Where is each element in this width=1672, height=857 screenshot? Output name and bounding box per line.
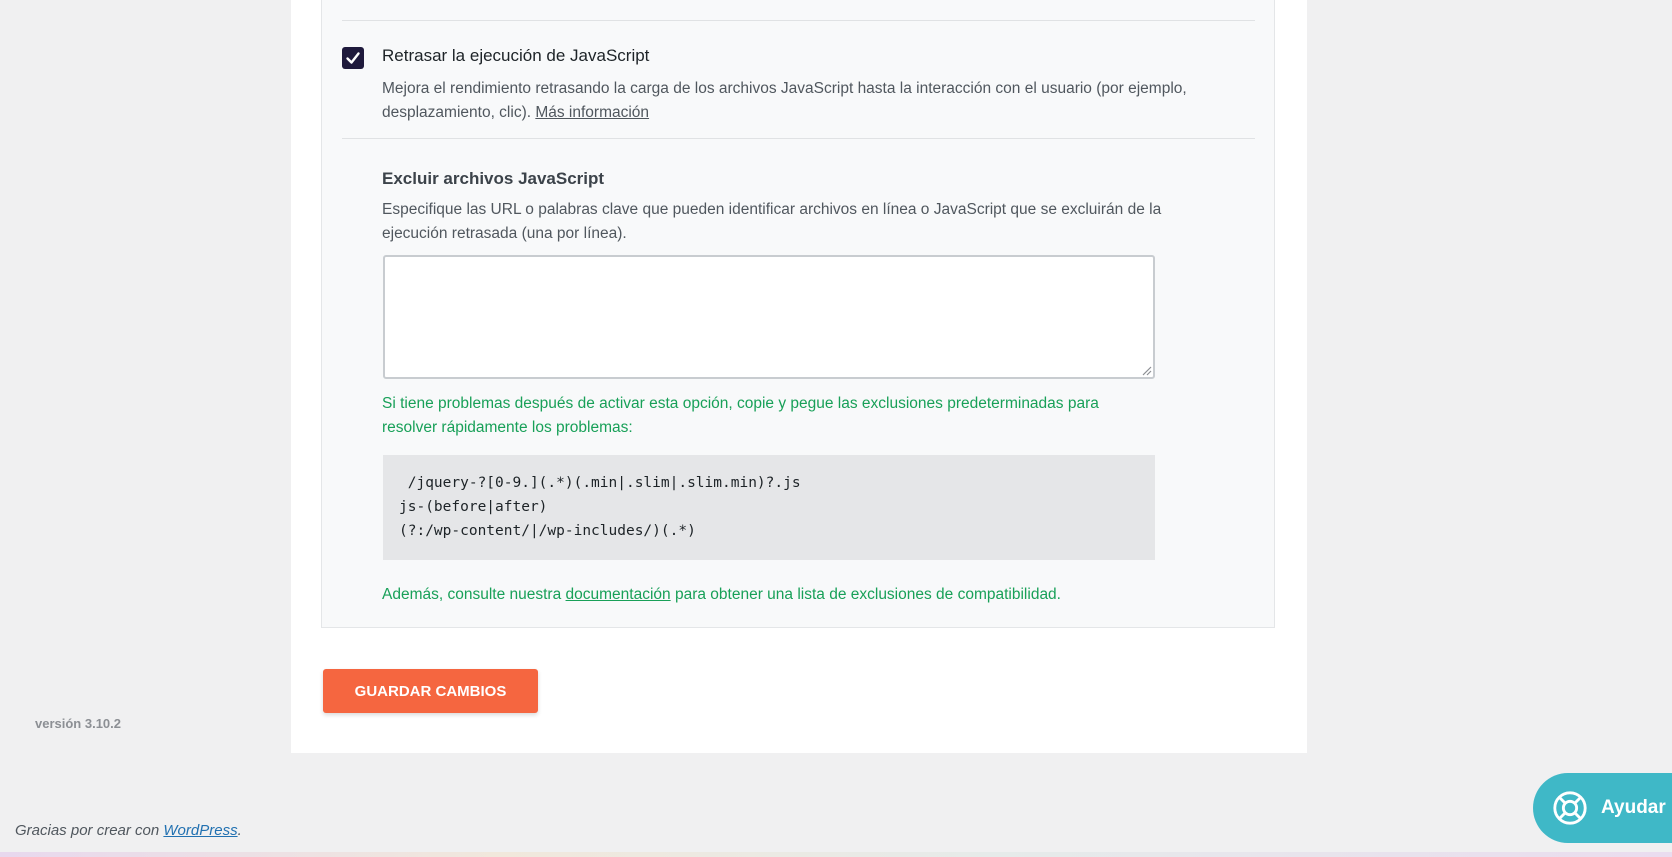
option-title[interactable]: Retrasar la ejecución de JavaScript (382, 46, 649, 66)
default-exclusions-code: /jquery-?[0-9.](.*)(.min|.slim|.slim.min… (383, 455, 1155, 560)
documentation-link[interactable]: documentación (566, 586, 671, 603)
compat-prefix: Además, consulte nuestra (382, 586, 566, 603)
footer-suffix: . (237, 822, 242, 839)
version-label: versión 3.10.2 (35, 716, 121, 731)
code-line: /jquery-?[0-9.](.*)(.min|.slim|.slim.min… (399, 475, 801, 491)
option-description: Mejora el rendimiento retrasando la carg… (382, 77, 1232, 125)
lifebuoy-icon (1553, 791, 1587, 825)
help-button[interactable]: Ayudar (1533, 773, 1672, 843)
divider (342, 20, 1255, 21)
code-line: (?:/wp-content/|/wp-includes/)(.*) (399, 523, 696, 539)
delay-js-checkbox[interactable] (342, 47, 364, 69)
save-changes-button[interactable]: GUARDAR CAMBIOS (323, 669, 538, 713)
bottom-strip (0, 852, 1672, 857)
resize-grip-icon[interactable] (1140, 364, 1152, 376)
wordpress-link[interactable]: WordPress (163, 822, 237, 839)
compat-suffix: para obtener una lista de exclusiones de… (670, 586, 1061, 603)
code-line: js-(before|after) (399, 499, 548, 515)
footer-prefix: Gracias por crear con (15, 822, 164, 839)
exclusions-textarea[interactable] (383, 255, 1155, 379)
divider (342, 138, 1255, 139)
compatibility-note: Además, consulte nuestra documentación p… (382, 586, 1061, 604)
footer-credit: Gracias por crear con WordPress. (15, 822, 242, 839)
option-description-text: Mejora el rendimiento retrasando la carg… (382, 80, 1187, 121)
exclude-title: Excluir archivos JavaScript (382, 169, 605, 188)
exclusions-hint: Si tiene problemas después de activar es… (382, 395, 1099, 436)
exclude-description: Especifique las URL o palabras clave que… (382, 201, 1162, 242)
checkmark-icon (346, 52, 360, 64)
help-label: Ayudar (1601, 797, 1666, 818)
more-info-link[interactable]: Más información (535, 104, 649, 121)
